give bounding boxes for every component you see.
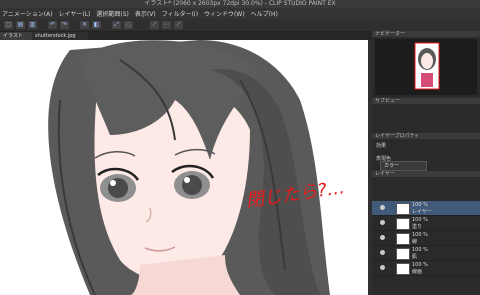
- effect-label: 効果: [376, 143, 387, 149]
- layer-name: 塗り: [412, 224, 423, 230]
- layer-thumbnail: [396, 218, 410, 230]
- menu-filter[interactable]: フィルター(I): [162, 9, 198, 18]
- eye-icon[interactable]: [380, 250, 385, 255]
- navigator-title: ナビゲーター: [372, 31, 480, 37]
- right-panel: ナビゲーター サブビュー レイヤープロパティ 効果 表現色 カラー レイヤー 1…: [372, 31, 480, 295]
- layer-name: レイヤー: [412, 209, 432, 215]
- deselect-icon[interactable]: ◌: [124, 21, 133, 29]
- save-icon[interactable]: ▥: [28, 21, 37, 29]
- layer-thumbnail: [396, 233, 410, 245]
- document-tabs: イラスト shutterstock.jpg: [0, 32, 372, 40]
- expression-color-select[interactable]: カラー: [380, 161, 427, 171]
- subview-panel: サブビュー: [372, 98, 480, 130]
- navigator-preview[interactable]: [375, 39, 477, 95]
- layer-thumbnail: [396, 248, 410, 260]
- snap-ruler-icon[interactable]: ⟋: [150, 21, 159, 29]
- layer-name: 肌: [412, 254, 418, 260]
- menu-view[interactable]: 表示(V): [135, 9, 156, 18]
- property-title: レイヤープロパティ: [372, 133, 480, 139]
- layers-panel: レイヤー 100 % レイヤー 100 % 塗り 100 % 線 100 % 肌: [372, 171, 480, 295]
- layer-thumbnail: [396, 263, 410, 275]
- eye-icon[interactable]: [380, 235, 385, 240]
- undo-icon[interactable]: ↶: [48, 21, 57, 29]
- eye-icon[interactable]: [380, 265, 385, 270]
- open-icon[interactable]: ▤: [16, 21, 25, 29]
- new-file-icon[interactable]: ▢: [4, 21, 13, 29]
- layer-row[interactable]: 100 % 塗り: [372, 216, 480, 231]
- artwork: 閉じたら?…: [0, 40, 372, 295]
- layer-row[interactable]: 100 % 線画: [372, 261, 480, 276]
- fill-icon[interactable]: ◧: [92, 21, 101, 29]
- menu-selection[interactable]: 選択範囲(S): [96, 9, 129, 18]
- subview-title: サブビュー: [372, 98, 480, 104]
- menu-help[interactable]: ヘルプ(H): [251, 9, 278, 18]
- snap-grid-icon[interactable]: ⋯: [162, 21, 171, 29]
- layer-thumbnail: [396, 203, 410, 215]
- menu-window[interactable]: ウィンドウ(W): [204, 9, 245, 18]
- redo-icon[interactable]: ↷: [60, 21, 69, 29]
- snap-icon[interactable]: ⟋: [174, 21, 183, 29]
- layer-name: 線画: [412, 269, 423, 275]
- tab-shutterstock[interactable]: shutterstock.jpg: [32, 32, 88, 40]
- drawing-canvas[interactable]: 閉じたら?…: [0, 40, 372, 295]
- navigator-thumbnail: [414, 42, 440, 90]
- title-bar: イラスト* (2060 x 2603px 72dpi 30.0%) - CLIP…: [0, 0, 480, 8]
- clear-icon[interactable]: ✕: [80, 21, 89, 29]
- navigator-panel: ナビゲーター: [372, 31, 480, 97]
- layer-name: 線: [412, 239, 418, 245]
- menu-animation[interactable]: アニメーション(A): [2, 9, 53, 18]
- layers-title: レイヤー: [372, 171, 480, 177]
- layer-row[interactable]: 100 % 線: [372, 231, 480, 246]
- menu-bar: アニメーション(A) レイヤー(L) 選択範囲(S) 表示(V) フィルター(I…: [0, 8, 480, 19]
- eye-icon[interactable]: [380, 220, 385, 225]
- menu-layer[interactable]: レイヤー(L): [59, 9, 91, 18]
- tab-illustration[interactable]: イラスト: [0, 32, 34, 40]
- transform-icon[interactable]: ⤢: [112, 21, 121, 29]
- layer-row[interactable]: 100 % 肌: [372, 246, 480, 261]
- eye-icon[interactable]: [380, 205, 385, 210]
- layer-row[interactable]: 100 % レイヤー: [372, 201, 480, 216]
